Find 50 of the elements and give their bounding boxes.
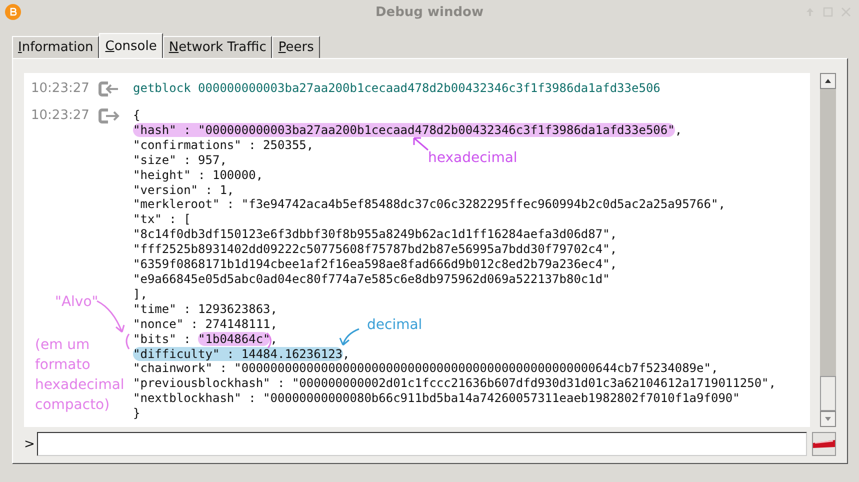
annotation-label: decimal: [367, 316, 422, 335]
output-line: "merkleroot" : "f3e94742aca4b5ef85488dc37c06c3282295ffec960994b2c0d5ac2a25a95766",: [133, 197, 726, 212]
tab[interactable]: Peers: [272, 36, 320, 58]
up-arrow-icon: [824, 78, 832, 84]
input-arrow-icon: [98, 81, 120, 97]
bitcoin-logo-icon: [5, 4, 21, 20]
window-title: Debug window: [376, 4, 484, 20]
annotation-label: hexadecimal: [428, 149, 518, 168]
output-line: "size" : 957,: [133, 152, 227, 168]
output-line: "6359f0868171b1d194cbee1af2f16ea598ae8fad666d9b012c8ed2b79a236ec4",: [133, 257, 618, 272]
annotation-arrow: [96, 300, 125, 333]
down-arrow-icon: [824, 416, 832, 422]
tab[interactable]: Console: [99, 33, 163, 58]
output-line: "version" : 1,: [133, 182, 234, 198]
output-line: "bits" : "1b04864c",: [133, 332, 278, 346]
output-line: "8c14f0db3df150123e6f3dbbf30f8b955a8249b62ac1d1ff16284aefa3d06d87",: [133, 227, 618, 242]
output-line: "difficulty" : 14484.16236123,: [133, 346, 350, 362]
output-line: "hash" : "000000000003ba27aa200b1cecaad478d2b00432346c3f1f3986da1afd33e506",: [133, 122, 682, 138]
scroll-up-button[interactable]: [820, 73, 836, 89]
eraser-icon: [813, 439, 835, 449]
output-line: "time" : 1293623863,: [133, 302, 278, 317]
bracket-mark: [126, 334, 130, 350]
output-line: "e9a66845e05d5abc0ad04ec80f774a7e585c6e8db975962d069a522137b80c1d": [133, 272, 610, 287]
timestamp: 10:23:27: [31, 108, 90, 123]
clear-button[interactable]: [812, 432, 836, 456]
scroll-down-button[interactable]: [820, 411, 836, 427]
annotation-label: (em um formato hexadecimal compacto): [35, 336, 126, 415]
tab[interactable]: Network Traffic: [162, 36, 272, 58]
output-line: "nextblockhash" : "00000000000080b66c911bd5ba14a74260057311eaeb1982802f7010f1a9f090": [133, 391, 740, 406]
output-line: "nonce" : 274148111,: [133, 316, 278, 332]
scrollbar[interactable]: [820, 73, 836, 427]
output-line: "chainwork" : "0000000000000000000000000000000000000000000000000644cb7f5234089e",: [133, 361, 718, 376]
annotation-label: "Alvo": [55, 293, 98, 312]
output-arrow-icon: [98, 108, 120, 124]
output-line: "height" : 100000,: [133, 168, 264, 183]
annotation-arrow: [339, 328, 360, 346]
scroll-thumb[interactable]: [820, 376, 836, 411]
annotation-arrow: [413, 137, 429, 151]
command-input[interactable]: [36, 432, 807, 456]
output-line: }: [133, 406, 140, 422]
output-line: ],: [133, 286, 148, 302]
output-line: "tx" : [: [133, 212, 191, 228]
tab[interactable]: Information: [12, 36, 100, 58]
output-line: "fff2525b8931402dd09222c50775608f75787bd2b87e56995a7bdd30f79702c4",: [133, 242, 618, 258]
output-line: "previousblockhash" : "000000000002d01c1fccc21636b607dfd930d31d01c3a62104612a1719011250",: [133, 376, 776, 392]
output-line: {: [133, 108, 140, 123]
prompt-label: >: [24, 436, 36, 452]
timestamp: 10:23:27: [31, 81, 90, 96]
command-text: getblock 000000000003ba27aa200b1cecaad478d2b00432346c3f1f3986da1afd33e506: [133, 81, 660, 96]
output-line: "confirmations" : 250355,: [133, 138, 314, 153]
